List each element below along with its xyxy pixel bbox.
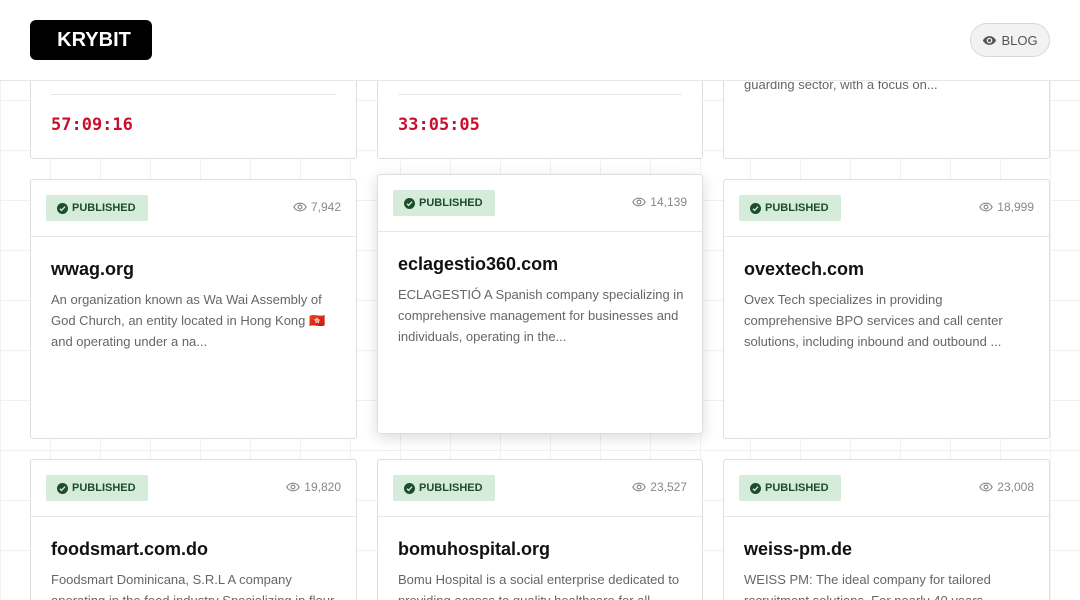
- card-description: WEISS PM: The ideal company for tailored…: [744, 572, 991, 600]
- eye-outline-icon: [632, 197, 647, 207]
- check-circle-icon: [750, 482, 761, 494]
- countdown-timer: 57:09:16: [51, 115, 133, 135]
- check-circle-icon: [57, 202, 68, 214]
- view-count: 23,527: [632, 480, 687, 494]
- view-count-text: 14,139: [650, 195, 687, 209]
- divider: [51, 94, 336, 95]
- site-header: KRYBIT BLOG: [0, 0, 1080, 81]
- card-foodsmart[interactable]: PUBLISHED 19,820 foodsmart.com.do Foodsm…: [30, 459, 357, 600]
- card-header: PUBLISHED 14,139: [378, 175, 702, 232]
- view-count: 19,820: [286, 480, 341, 494]
- eye-outline-icon: [979, 482, 994, 492]
- view-count: 18,999: [979, 200, 1034, 214]
- blog-label: BLOG: [1001, 32, 1038, 48]
- card-title[interactable]: bomuhospital.org: [398, 539, 550, 560]
- status-text: PUBLISHED: [765, 482, 829, 494]
- status-badge: PUBLISHED: [739, 475, 841, 501]
- card-header: PUBLISHED 23,008: [724, 460, 1049, 517]
- status-badge: PUBLISHED: [393, 475, 495, 501]
- card-description: Bomu Hospital is a social enterprise ded…: [398, 572, 680, 600]
- card-bomuhospital[interactable]: PUBLISHED 23,527 bomuhospital.org Bomu H…: [377, 459, 703, 600]
- status-text: PUBLISHED: [72, 482, 136, 494]
- card-title[interactable]: eclagestio360.com: [398, 254, 558, 275]
- card-description: Foodsmart Dominicana, S.R.L A company op…: [51, 572, 334, 600]
- card-wwag[interactable]: PUBLISHED 7,942 wwag.org An organization…: [30, 179, 357, 439]
- view-count-text: 23,527: [650, 480, 687, 494]
- view-count: 23,008: [979, 480, 1034, 494]
- status-badge: PUBLISHED: [739, 195, 841, 221]
- card-eclagestio360[interactable]: PUBLISHED 14,139 eclagestio360.com ECLAG…: [377, 174, 703, 434]
- check-circle-icon: [750, 202, 761, 214]
- card-title[interactable]: foodsmart.com.do: [51, 539, 208, 560]
- card-title[interactable]: ovextech.com: [744, 259, 864, 280]
- view-count-text: 18,999: [997, 200, 1034, 214]
- card-header: PUBLISHED 18,999: [724, 180, 1049, 237]
- logo[interactable]: KRYBIT: [30, 20, 152, 60]
- countdown-timer: 33:05:05: [398, 115, 480, 135]
- eye-icon: [983, 35, 997, 45]
- card-header: PUBLISHED 19,820: [31, 460, 356, 517]
- card-weiss-pm[interactable]: PUBLISHED 23,008 weiss-pm.de WEISS PM: T…: [723, 459, 1050, 600]
- status-text: PUBLISHED: [419, 482, 483, 494]
- status-badge: PUBLISHED: [46, 475, 148, 501]
- view-count-text: 7,942: [310, 200, 341, 214]
- eye-outline-icon: [979, 202, 994, 212]
- card-description: An organization known as Wa Wai Assembly…: [51, 292, 326, 349]
- card-header: PUBLISHED 23,527: [378, 460, 702, 517]
- card-header: PUBLISHED 7,942: [31, 180, 356, 237]
- check-circle-icon: [404, 482, 415, 494]
- blog-button[interactable]: BLOG: [970, 23, 1050, 57]
- check-circle-icon: [404, 197, 415, 209]
- view-count: 7,942: [293, 200, 341, 214]
- status-text: PUBLISHED: [419, 197, 483, 209]
- card-title[interactable]: weiss-pm.de: [744, 539, 852, 560]
- card-description: ECLAGESTIÓ A Spanish company specializin…: [398, 287, 684, 344]
- card-title[interactable]: wwag.org: [51, 259, 134, 280]
- check-circle-icon: [57, 482, 68, 494]
- card-ovextech[interactable]: PUBLISHED 18,999 ovextech.com Ovex Tech …: [723, 179, 1050, 439]
- card-description: Ovex Tech specializes in providing compr…: [744, 292, 1003, 349]
- status-text: PUBLISHED: [72, 202, 136, 214]
- view-count-text: 23,008: [997, 480, 1034, 494]
- eye-outline-icon: [293, 202, 307, 212]
- eye-outline-icon: [632, 482, 647, 492]
- status-badge: PUBLISHED: [46, 195, 148, 221]
- view-count-text: 19,820: [304, 480, 341, 494]
- eye-outline-icon: [286, 482, 301, 492]
- divider: [398, 94, 682, 95]
- status-text: PUBLISHED: [765, 202, 829, 214]
- view-count: 14,139: [632, 195, 687, 209]
- status-badge: PUBLISHED: [393, 190, 495, 216]
